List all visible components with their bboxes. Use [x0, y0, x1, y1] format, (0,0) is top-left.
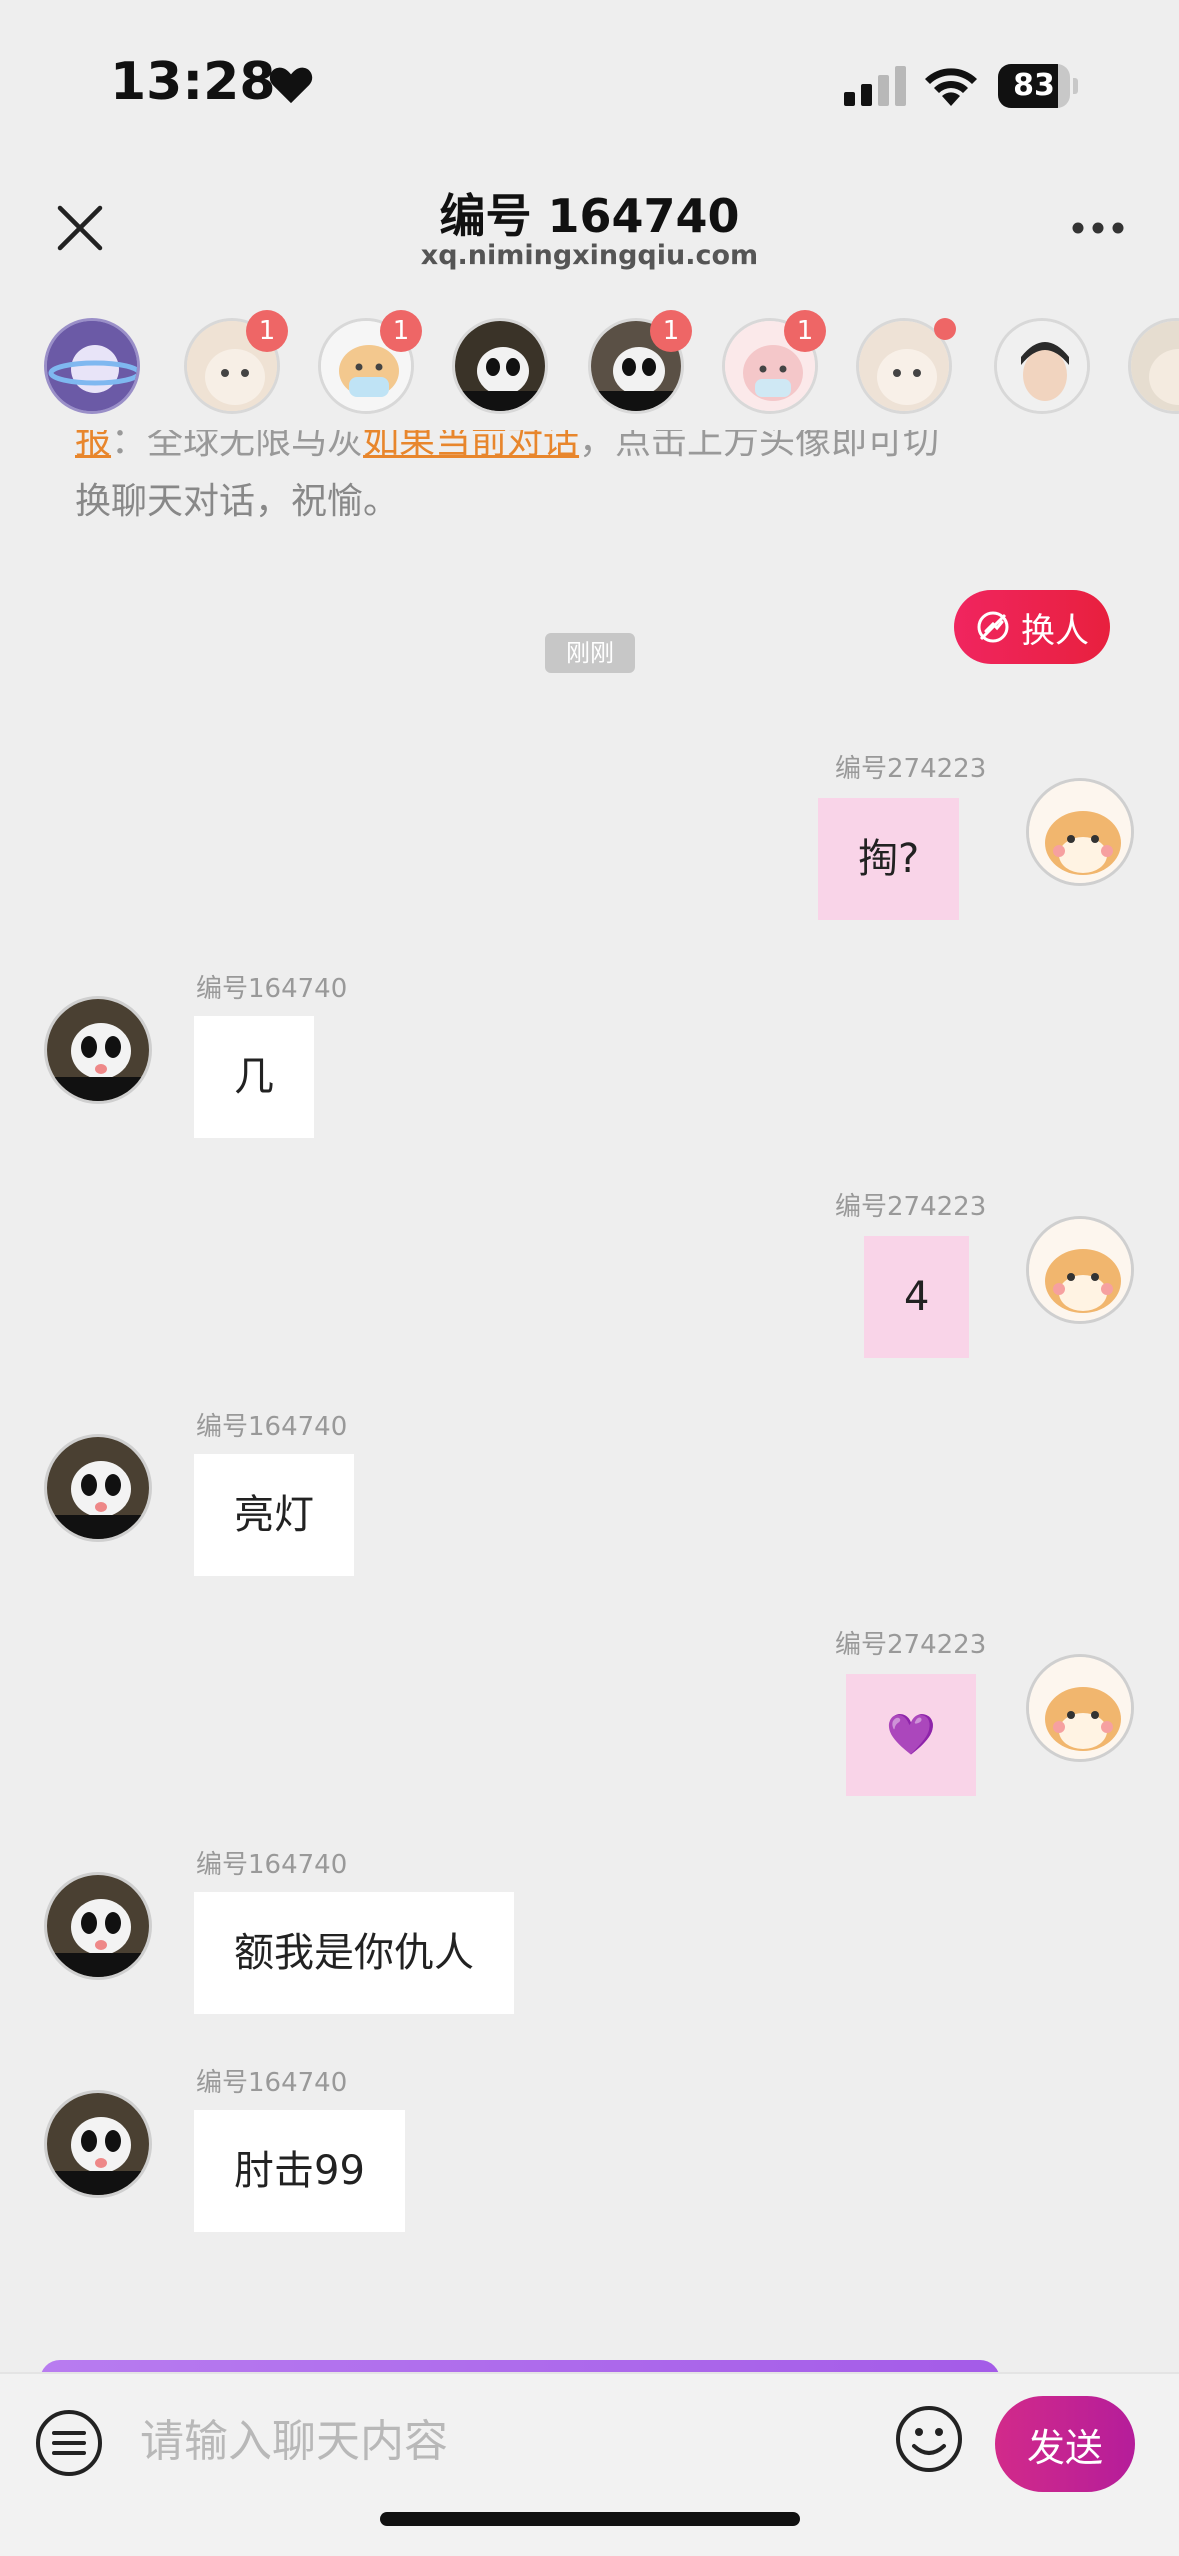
status-time: 13:28 [110, 52, 276, 112]
message-bubble[interactable]: 肘击99 [194, 2110, 405, 2232]
sender-name: 编号164740 [196, 2068, 348, 2098]
avatar-cat-3[interactable] [1128, 318, 1179, 414]
status-bar: 13:28 83 [0, 0, 1179, 150]
notice-text: 报：全球无限马灰如果当前对话，点击上方头像即可切 换聊天对话，祝愉。 [75, 430, 940, 520]
cellular-signal-icon [844, 66, 906, 106]
partner-avatar[interactable] [44, 1434, 152, 1542]
wifi-icon [925, 68, 977, 106]
my-avatar[interactable] [1026, 1654, 1134, 1762]
switch-person-label: 换人 [1021, 610, 1089, 651]
send-button[interactable]: 发送 [995, 2396, 1135, 2492]
sender-name: 编号274223 [835, 754, 987, 784]
sender-name: 编号274223 [835, 1630, 987, 1660]
page-title: 编号 164740 [439, 189, 740, 243]
sender-name: 编号164740 [196, 1850, 348, 1880]
message-bubble[interactable]: 掏? [818, 798, 960, 920]
message-bubble[interactable]: 💜 [846, 1674, 976, 1796]
battery-indicator: 83 [998, 64, 1078, 108]
my-avatar[interactable] [1026, 778, 1134, 886]
switch-person-button[interactable]: 换人 [954, 590, 1110, 664]
avatar-planet[interactable] [44, 318, 140, 414]
emoji-icon[interactable] [894, 2404, 964, 2474]
unread-badge: 1 [246, 310, 288, 352]
partner-avatar[interactable] [44, 2090, 152, 2198]
chat-input-bar: 发送 [0, 2372, 1179, 2556]
my-avatar[interactable] [1026, 1216, 1134, 1324]
home-indicator[interactable] [380, 2512, 800, 2526]
heart-icon [269, 67, 313, 104]
message-bubble[interactable]: 4 [864, 1236, 970, 1358]
partner-avatar[interactable] [44, 996, 152, 1104]
message-bubble[interactable]: 几 [194, 1016, 314, 1138]
partner-avatar[interactable] [44, 1872, 152, 1980]
unread-badge: 1 [380, 310, 422, 352]
sender-name: 编号164740 [196, 974, 348, 1004]
battery-percent: 83 [1013, 68, 1055, 103]
more-options-icon[interactable] [1070, 220, 1126, 236]
unread-badge: 1 [784, 310, 826, 352]
site-url: xq.nimingxingqiu.com [420, 240, 759, 271]
chat-message-input[interactable] [140, 2396, 860, 2486]
message-timestamp: 刚刚 [545, 633, 635, 673]
sender-name: 编号274223 [835, 1192, 987, 1222]
conversation-avatar-strip: 1 1 1 1 [0, 310, 1179, 430]
chat-header: 编号 164740 xq.nimingxingqiu.com [0, 150, 1179, 290]
menu-icon[interactable] [34, 2408, 104, 2478]
sender-name: 编号164740 [196, 1412, 348, 1442]
switch-icon [977, 611, 1009, 643]
avatar-person[interactable] [994, 318, 1090, 414]
avatar-panda-1[interactable] [452, 318, 548, 414]
unread-dot [934, 318, 956, 340]
message-bubble[interactable]: 亮灯 [194, 1454, 354, 1576]
message-bubble[interactable]: 额我是你仇人 [194, 1892, 514, 2014]
unread-badge: 1 [650, 310, 692, 352]
